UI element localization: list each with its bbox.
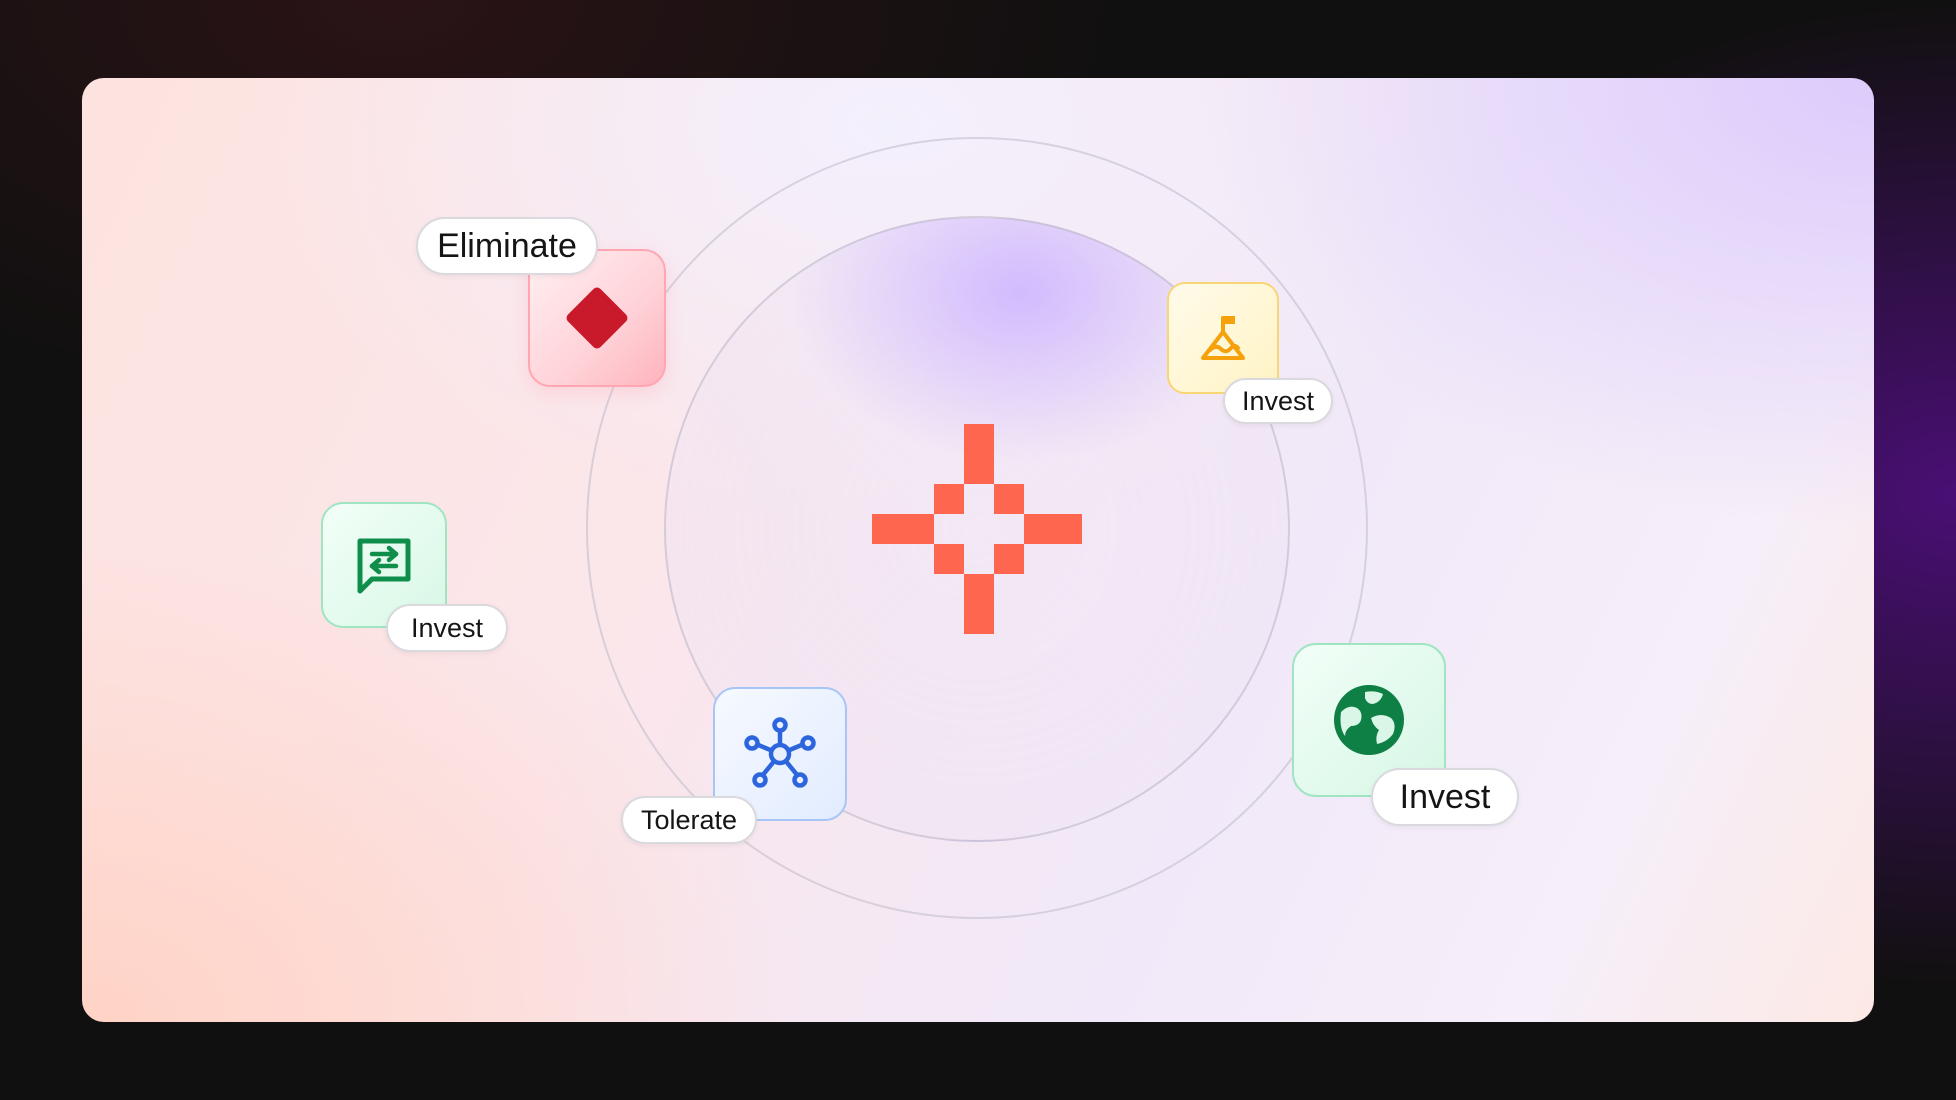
diamond-icon [557,278,637,358]
invest-chat-label: Invest [386,604,508,652]
network-hub-icon [740,714,820,794]
plus-pixel-logo-icon [872,424,1082,634]
mountain-flag-icon [1195,310,1251,366]
invest-mountain-label: Invest [1223,378,1333,424]
diagram-card: Eliminate Invest Invest Tolerate Invest [82,78,1874,1022]
eliminate-label: Eliminate [416,217,598,275]
globe-icon [1331,682,1407,758]
invest-globe-label: Invest [1371,768,1519,826]
tolerate-label: Tolerate [621,796,757,844]
chat-exchange-icon [352,533,416,597]
